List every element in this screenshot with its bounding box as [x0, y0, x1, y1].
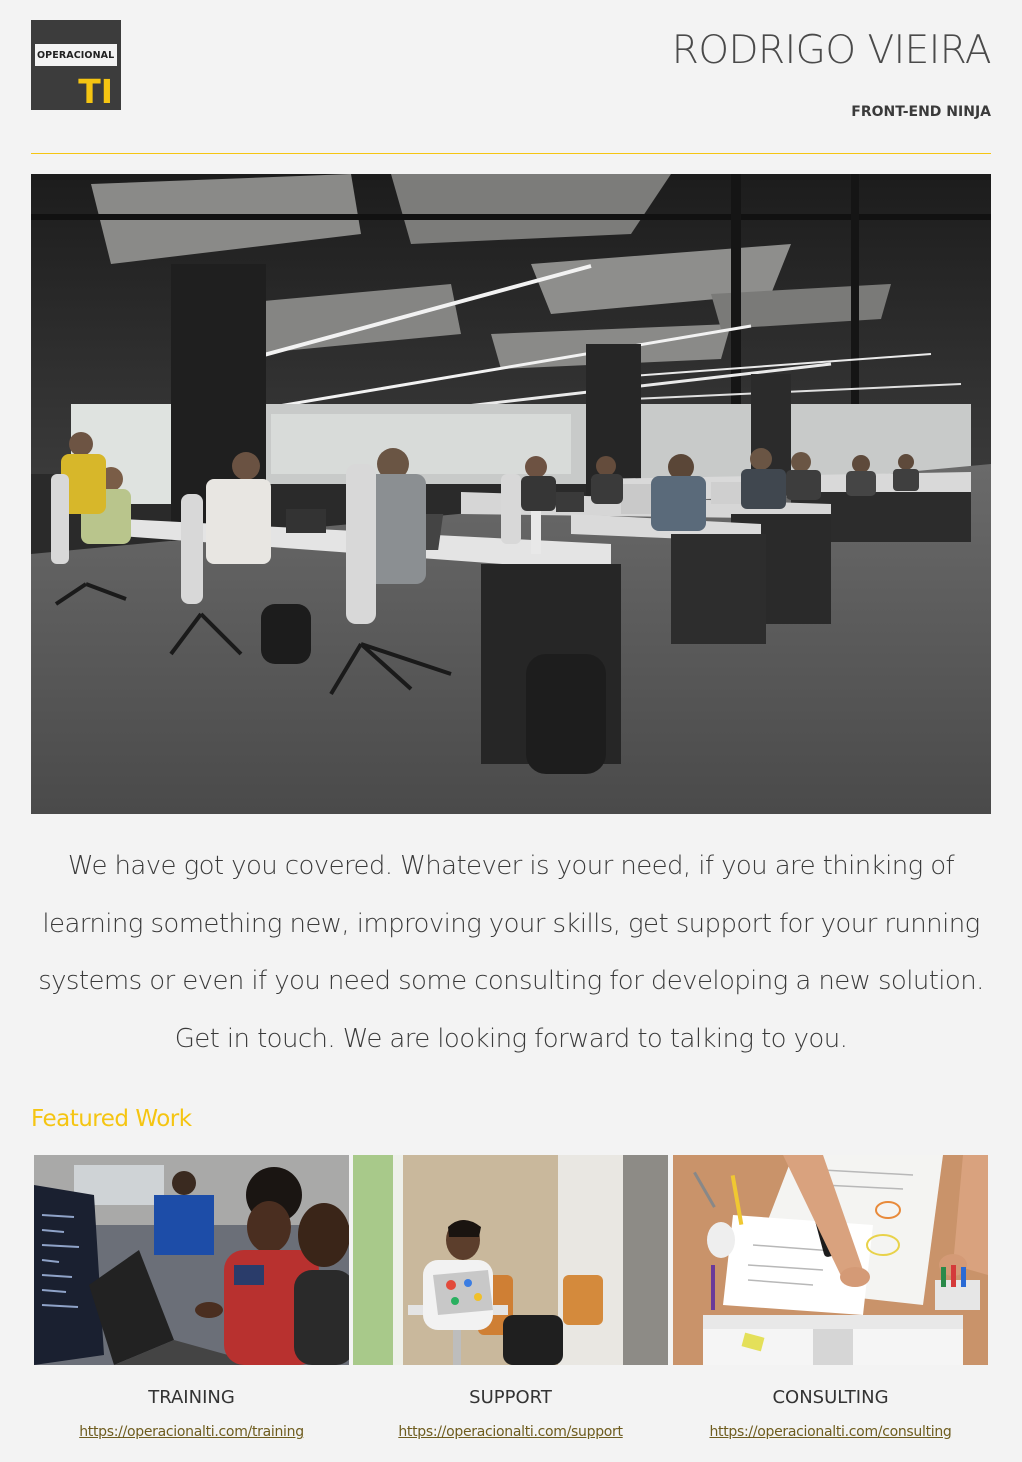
work-link-support[interactable]: https://operacionalti.com/support: [353, 1424, 668, 1440]
consulting-image[interactable]: [673, 1155, 988, 1365]
work-label-support: SUPPORT: [469, 1387, 552, 1408]
work-link-consulting[interactable]: https://operacionalti.com/consulting: [673, 1424, 988, 1440]
site-owner-name: RODRIGO VIEIRA: [671, 28, 992, 73]
work-label-consulting: CONSULTING: [772, 1387, 889, 1408]
logo-mark: TI: [78, 72, 113, 111]
featured-work-title: Featured Work: [31, 1106, 192, 1132]
logo-strip: OPERACIONAL: [35, 44, 117, 66]
hero-image: [31, 174, 991, 814]
work-card-support: SUPPORT https://operacionalti.com/suppor…: [353, 1155, 668, 1440]
logo[interactable]: OPERACIONAL TI: [31, 20, 121, 110]
training-photo-illustration: [34, 1155, 349, 1365]
office-photo-illustration: [31, 174, 991, 814]
work-card-consulting: CONSULTING https://operacionalti.com/con…: [673, 1155, 988, 1440]
site-owner-role: FRONT-END NINJA: [851, 104, 991, 120]
support-photo-illustration: [353, 1155, 668, 1365]
page: OPERACIONAL TI RODRIGO VIEIRA FRONT-END …: [0, 0, 1022, 1462]
work-link-training[interactable]: https://operacionalti.com/training: [34, 1424, 349, 1440]
header-divider: [31, 153, 991, 154]
consulting-photo-illustration: [673, 1155, 988, 1365]
training-image[interactable]: [34, 1155, 349, 1365]
support-image[interactable]: [353, 1155, 668, 1365]
work-label-training: TRAINING: [148, 1387, 235, 1408]
work-card-training: TRAINING https://operacionalti.com/train…: [34, 1155, 349, 1440]
intro-text: We have got you covered. Whatever is you…: [38, 851, 984, 1054]
logo-text: OPERACIONAL: [37, 49, 115, 61]
